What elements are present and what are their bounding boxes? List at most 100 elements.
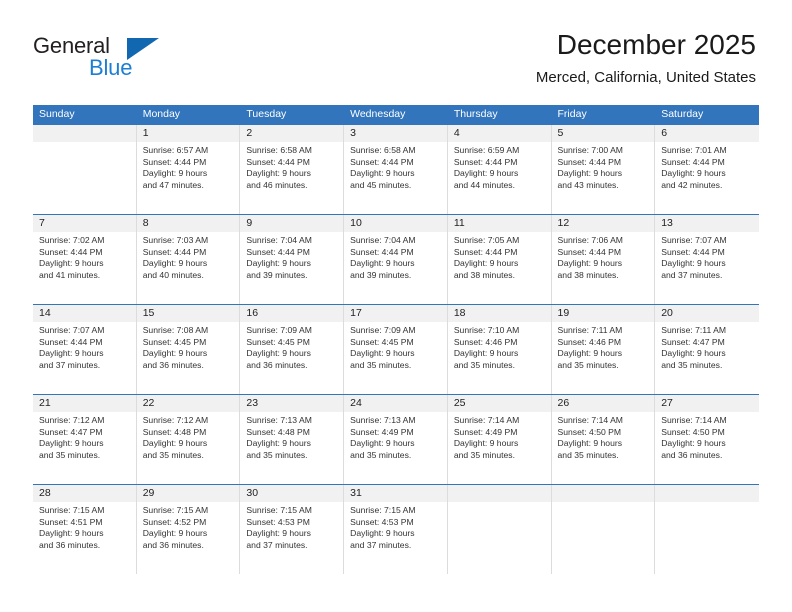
generalblue-logo: General Blue xyxy=(33,33,233,83)
week-row: 28 Sunrise: 7:15 AM Sunset: 4:51 PM Dayl… xyxy=(33,484,759,574)
day-cell[interactable] xyxy=(33,125,137,214)
day-cell[interactable] xyxy=(447,485,552,574)
sunset-line: Sunset: 4:45 PM xyxy=(142,336,207,347)
sunrise-line: Sunrise: 7:12 AM xyxy=(39,415,105,425)
day-cell[interactable]: 19 Sunrise: 7:11 AM Sunset: 4:46 PM Dayl… xyxy=(551,305,656,394)
sunset-line: Sunset: 4:44 PM xyxy=(350,156,414,167)
daylight-line-2: and 40 minutes. xyxy=(142,269,204,280)
daylight-line-1: Daylight: 9 hours xyxy=(246,168,311,179)
sunrise-line: Sunrise: 6:58 AM xyxy=(350,145,416,155)
day-cell[interactable] xyxy=(655,485,759,574)
day-cell[interactable]: 10 Sunrise: 7:04 AM Sunset: 4:44 PM Dayl… xyxy=(344,215,448,304)
daylight-line-1: Daylight: 9 hours xyxy=(557,168,623,179)
day-number: 24 xyxy=(350,397,362,409)
day-number: 25 xyxy=(453,397,466,409)
sunrise-line: Sunrise: 6:58 AM xyxy=(246,145,312,155)
week-row: 21 Sunrise: 7:12 AM Sunset: 4:47 PM Dayl… xyxy=(33,394,759,484)
sunset-line: Sunset: 4:44 PM xyxy=(246,246,310,257)
day-body: Sunrise: 7:14 AM Sunset: 4:50 PM Dayligh… xyxy=(655,412,759,461)
day-cell[interactable]: 4 Sunrise: 6:59 AM Sunset: 4:44 PM Dayli… xyxy=(447,125,552,214)
day-cell[interactable]: 11 Sunrise: 7:05 AM Sunset: 4:44 PM Dayl… xyxy=(447,215,552,304)
day-cell[interactable]: 1 Sunrise: 6:57 AM Sunset: 4:44 PM Dayli… xyxy=(136,125,241,214)
day-body: Sunrise: 7:11 AM Sunset: 4:46 PM Dayligh… xyxy=(552,322,655,371)
day-cell[interactable]: 14 Sunrise: 7:07 AM Sunset: 4:44 PM Dayl… xyxy=(33,305,137,394)
daylight-line-2: and 37 minutes. xyxy=(350,539,412,550)
day-cell[interactable]: 25 Sunrise: 7:14 AM Sunset: 4:49 PM Dayl… xyxy=(447,395,552,484)
day-number-band: 29 xyxy=(136,485,240,502)
daylight-line-2: and 38 minutes. xyxy=(557,269,619,280)
day-cell[interactable]: 12 Sunrise: 7:06 AM Sunset: 4:44 PM Dayl… xyxy=(551,215,656,304)
day-number-band xyxy=(33,125,136,142)
daylight-line-1: Daylight: 9 hours xyxy=(453,168,519,179)
day-body: Sunrise: 7:14 AM Sunset: 4:50 PM Dayligh… xyxy=(552,412,655,461)
day-cell[interactable]: 16 Sunrise: 7:09 AM Sunset: 4:45 PM Dayl… xyxy=(240,305,345,394)
day-cell[interactable]: 30 Sunrise: 7:15 AM Sunset: 4:53 PM Dayl… xyxy=(240,485,345,574)
day-cell[interactable]: 21 Sunrise: 7:12 AM Sunset: 4:47 PM Dayl… xyxy=(33,395,137,484)
day-body: Sunrise: 6:58 AM Sunset: 4:44 PM Dayligh… xyxy=(344,142,447,191)
day-cell[interactable]: 23 Sunrise: 7:13 AM Sunset: 4:48 PM Dayl… xyxy=(240,395,345,484)
day-cell[interactable]: 17 Sunrise: 7:09 AM Sunset: 4:45 PM Dayl… xyxy=(344,305,448,394)
daylight-line-1: Daylight: 9 hours xyxy=(350,348,415,359)
daylight-line-2: and 39 minutes. xyxy=(246,269,308,280)
day-number: 22 xyxy=(142,397,155,409)
sunset-line: Sunset: 4:44 PM xyxy=(39,336,103,347)
sunset-line: Sunset: 4:51 PM xyxy=(39,516,103,527)
day-body xyxy=(655,502,759,505)
day-number: 2 xyxy=(246,127,253,139)
day-cell[interactable]: 18 Sunrise: 7:10 AM Sunset: 4:46 PM Dayl… xyxy=(447,305,552,394)
day-body: Sunrise: 7:01 AM Sunset: 4:44 PM Dayligh… xyxy=(655,142,759,191)
day-cell[interactable] xyxy=(551,485,656,574)
day-cell[interactable]: 27 Sunrise: 7:14 AM Sunset: 4:50 PM Dayl… xyxy=(655,395,759,484)
day-cell[interactable]: 5 Sunrise: 7:00 AM Sunset: 4:44 PM Dayli… xyxy=(551,125,656,214)
daylight-line-2: and 36 minutes. xyxy=(142,539,204,550)
day-cell[interactable]: 8 Sunrise: 7:03 AM Sunset: 4:44 PM Dayli… xyxy=(136,215,241,304)
sunset-line: Sunset: 4:44 PM xyxy=(453,246,518,257)
daylight-line-1: Daylight: 9 hours xyxy=(39,528,104,539)
sunrise-line: Sunrise: 7:04 AM xyxy=(350,235,416,245)
day-cell[interactable]: 22 Sunrise: 7:12 AM Sunset: 4:48 PM Dayl… xyxy=(136,395,241,484)
day-number: 1 xyxy=(142,127,149,139)
weekday-header-thursday: Thursday xyxy=(453,108,498,120)
daylight-line-2: and 47 minutes. xyxy=(142,179,204,190)
day-number: 3 xyxy=(350,127,356,139)
sunrise-line: Sunrise: 7:13 AM xyxy=(350,415,416,425)
day-cell[interactable]: 20 Sunrise: 7:11 AM Sunset: 4:47 PM Dayl… xyxy=(655,305,759,394)
day-number-band xyxy=(447,485,551,502)
day-cell[interactable]: 6 Sunrise: 7:01 AM Sunset: 4:44 PM Dayli… xyxy=(655,125,759,214)
day-body: Sunrise: 7:04 AM Sunset: 4:44 PM Dayligh… xyxy=(240,232,343,281)
day-cell[interactable]: 24 Sunrise: 7:13 AM Sunset: 4:49 PM Dayl… xyxy=(344,395,448,484)
daylight-line-2: and 35 minutes. xyxy=(557,359,619,370)
day-cell[interactable]: 13 Sunrise: 7:07 AM Sunset: 4:44 PM Dayl… xyxy=(655,215,759,304)
daylight-line-1: Daylight: 9 hours xyxy=(350,528,415,539)
daylight-line-2: and 36 minutes. xyxy=(246,359,308,370)
day-cell[interactable]: 31 Sunrise: 7:15 AM Sunset: 4:53 PM Dayl… xyxy=(344,485,448,574)
day-cell[interactable]: 28 Sunrise: 7:15 AM Sunset: 4:51 PM Dayl… xyxy=(33,485,137,574)
sunrise-line: Sunrise: 7:04 AM xyxy=(246,235,312,245)
daylight-line-1: Daylight: 9 hours xyxy=(142,528,208,539)
day-cell[interactable]: 7 Sunrise: 7:02 AM Sunset: 4:44 PM Dayli… xyxy=(33,215,137,304)
day-body: Sunrise: 7:05 AM Sunset: 4:44 PM Dayligh… xyxy=(448,232,551,281)
sunrise-line: Sunrise: 7:07 AM xyxy=(661,235,727,245)
day-number-band: 5 xyxy=(551,125,655,142)
weekday-header-monday: Monday xyxy=(142,108,181,120)
logo-text-blue: Blue xyxy=(89,55,133,80)
calendar-grid: Sunday Monday Tuesday Wednesday Thursday… xyxy=(33,105,759,574)
day-number-band: 21 xyxy=(33,395,136,412)
day-cell[interactable]: 2 Sunrise: 6:58 AM Sunset: 4:44 PM Dayli… xyxy=(240,125,345,214)
daylight-line-2: and 35 minutes. xyxy=(246,449,308,460)
daylight-line-1: Daylight: 9 hours xyxy=(39,258,104,269)
day-cell[interactable]: 29 Sunrise: 7:15 AM Sunset: 4:52 PM Dayl… xyxy=(136,485,241,574)
daylight-line-1: Daylight: 9 hours xyxy=(39,348,104,359)
day-body: Sunrise: 7:02 AM Sunset: 4:44 PM Dayligh… xyxy=(33,232,136,281)
day-cell[interactable]: 26 Sunrise: 7:14 AM Sunset: 4:50 PM Dayl… xyxy=(551,395,656,484)
day-number-band: 30 xyxy=(240,485,344,502)
day-cell[interactable]: 3 Sunrise: 6:58 AM Sunset: 4:44 PM Dayli… xyxy=(344,125,448,214)
daylight-line-1: Daylight: 9 hours xyxy=(453,348,519,359)
sunset-line: Sunset: 4:44 PM xyxy=(246,156,310,167)
day-cell[interactable]: 9 Sunrise: 7:04 AM Sunset: 4:44 PM Dayli… xyxy=(240,215,345,304)
day-cell[interactable]: 15 Sunrise: 7:08 AM Sunset: 4:45 PM Dayl… xyxy=(136,305,241,394)
sunset-line: Sunset: 4:50 PM xyxy=(661,426,725,437)
daylight-line-1: Daylight: 9 hours xyxy=(142,258,208,269)
sunset-line: Sunset: 4:44 PM xyxy=(453,156,518,167)
sunrise-line: Sunrise: 7:13 AM xyxy=(246,415,312,425)
